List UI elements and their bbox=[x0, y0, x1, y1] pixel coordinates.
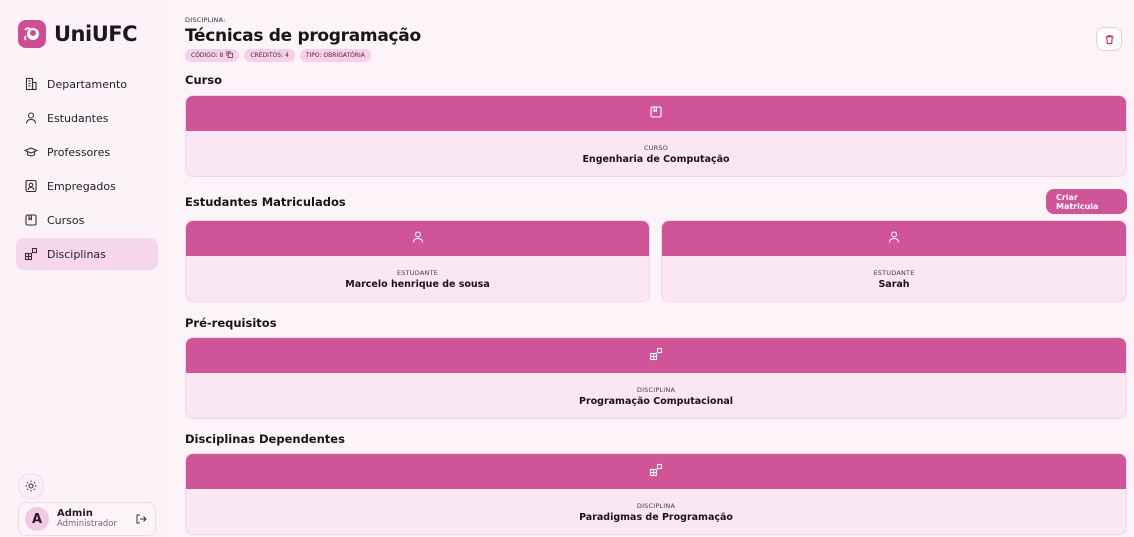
dependent-card[interactable]: DISCIPLINA Paradigmas de Programação bbox=[185, 453, 1127, 535]
badge-row: CÓDIGO: 8 CRÉDITOS: 4 TIPO: OBRIGATÓRIA bbox=[185, 49, 1134, 62]
card-label: ESTUDANTE bbox=[396, 268, 439, 277]
sidebar: UniUFC Departamento Estudantes Professor… bbox=[0, 0, 170, 537]
card-value: Marcelo henrique de sousa bbox=[345, 278, 490, 290]
card-label: CURSO bbox=[643, 143, 669, 152]
card-value: Programação Computacional bbox=[578, 395, 733, 407]
sidebar-item-label: Cursos bbox=[47, 213, 85, 227]
book-icon bbox=[649, 104, 663, 123]
card-label: DISCIPLINA bbox=[636, 501, 676, 510]
card-body: CURSO Engenharia de Computação bbox=[186, 131, 1126, 176]
user-icon bbox=[411, 229, 425, 248]
avatar: A bbox=[25, 507, 49, 531]
sidebar-item-disciplinas[interactable]: Disciplinas bbox=[16, 238, 158, 270]
create-enrollment-button[interactable]: Criar Matricula bbox=[1046, 189, 1127, 214]
card-header bbox=[186, 338, 1126, 373]
page-header: DISCIPLINA: Técnicas de programação CÓDI… bbox=[185, 0, 1134, 64]
brand[interactable]: UniUFC bbox=[18, 14, 158, 54]
copy-icon[interactable] bbox=[226, 51, 234, 60]
trash-icon bbox=[1104, 30, 1115, 49]
card-value: Engenharia de Computação bbox=[582, 153, 730, 165]
credits-badge: CRÉDITOS: 4 bbox=[244, 49, 295, 62]
card-body: ESTUDANTE Sarah bbox=[662, 256, 1126, 301]
blocks-icon bbox=[24, 247, 38, 261]
student-card[interactable]: ESTUDANTE Sarah bbox=[661, 220, 1127, 302]
theme-toggle-button[interactable] bbox=[18, 473, 44, 499]
card-header bbox=[186, 221, 649, 256]
delete-button[interactable] bbox=[1096, 27, 1122, 51]
code-badge-label: CÓDIGO: 8 bbox=[191, 52, 224, 59]
card-header bbox=[186, 454, 1126, 489]
sidebar-item-departamento[interactable]: Departamento bbox=[16, 68, 158, 100]
prerequisite-card[interactable]: DISCIPLINA Programação Computacional bbox=[185, 337, 1127, 419]
sidebar-item-empregados[interactable]: Empregados bbox=[16, 170, 158, 202]
sidebar-item-estudantes[interactable]: Estudantes bbox=[16, 102, 158, 134]
sidebar-item-label: Professores bbox=[47, 145, 111, 159]
type-badge: TIPO: OBRIGATÓRIA bbox=[299, 49, 371, 62]
main-content: DISCIPLINA: Técnicas de programação CÓDI… bbox=[170, 0, 1134, 537]
section-title-estudantes: Estudantes Matriculados bbox=[185, 195, 346, 209]
card-body: DISCIPLINA Paradigmas de Programação bbox=[186, 489, 1126, 534]
page-overline: DISCIPLINA: bbox=[185, 16, 226, 24]
id-badge-icon bbox=[24, 179, 38, 193]
app-root: UniUFC Departamento Estudantes Professor… bbox=[0, 0, 1134, 537]
code-badge[interactable]: CÓDIGO: 8 bbox=[185, 49, 240, 62]
card-label: DISCIPLINA bbox=[636, 385, 676, 394]
sidebar-item-professores[interactable]: Professores bbox=[16, 136, 158, 168]
card-body: ESTUDANTE Marcelo henrique de sousa bbox=[186, 256, 649, 301]
sidebar-nav: Departamento Estudantes Professores Empr… bbox=[16, 68, 158, 270]
student-card[interactable]: ESTUDANTE Marcelo henrique de sousa bbox=[185, 220, 650, 302]
sidebar-item-label: Departamento bbox=[47, 77, 128, 91]
sun-icon bbox=[25, 477, 37, 496]
blocks-icon bbox=[649, 462, 663, 481]
logout-icon[interactable] bbox=[135, 513, 147, 525]
brand-name: UniUFC bbox=[54, 22, 138, 46]
sidebar-item-label: Empregados bbox=[47, 179, 116, 193]
section-title-prerequisitos: Pré-requisitos bbox=[185, 316, 277, 330]
building-icon bbox=[24, 77, 38, 91]
user-card: A Admin Administrador bbox=[18, 502, 156, 536]
section-title-curso: Curso bbox=[185, 73, 223, 87]
sidebar-item-label: Disciplinas bbox=[47, 247, 106, 261]
brand-logo-icon bbox=[18, 20, 46, 48]
blocks-icon bbox=[649, 346, 663, 365]
user-info: Admin Administrador bbox=[57, 508, 117, 529]
book-icon bbox=[24, 213, 38, 227]
sidebar-item-label: Estudantes bbox=[47, 111, 109, 125]
card-header bbox=[662, 221, 1126, 256]
card-body: DISCIPLINA Programação Computacional bbox=[186, 373, 1126, 418]
card-label: ESTUDANTE bbox=[873, 268, 915, 277]
user-icon bbox=[887, 229, 901, 248]
graduation-cap-icon bbox=[24, 145, 38, 159]
sidebar-item-cursos[interactable]: Cursos bbox=[16, 204, 158, 236]
card-header bbox=[186, 96, 1126, 131]
card-value: Sarah bbox=[878, 278, 910, 290]
section-title-dependentes: Disciplinas Dependentes bbox=[185, 432, 345, 446]
card-value: Paradigmas de Programação bbox=[579, 511, 733, 523]
course-card[interactable]: CURSO Engenharia de Computação bbox=[185, 95, 1127, 177]
page-title: Técnicas de programação bbox=[185, 26, 421, 46]
user-icon bbox=[24, 111, 38, 125]
user-role: Administrador bbox=[57, 518, 118, 529]
